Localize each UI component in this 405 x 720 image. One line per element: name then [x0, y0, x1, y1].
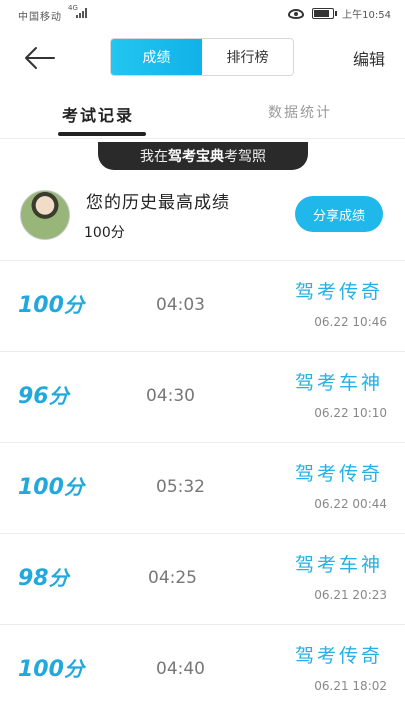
record-row[interactable]: 100分 05:32 驾考传奇 06.22 00:44	[0, 442, 405, 533]
exam-record-list: 100分 04:03 驾考传奇 06.22 10:46 96分 04:30 驾考…	[0, 260, 405, 715]
record-date: 06.22 00:44	[314, 497, 387, 511]
record-duration: 05:32	[156, 477, 205, 497]
eye-icon	[288, 8, 305, 19]
tab-statistics[interactable]: 数据统计	[268, 102, 332, 122]
battery-icon	[312, 8, 338, 19]
record-row[interactable]: 100分 04:40 驾考传奇 06.21 18:02	[0, 624, 405, 715]
record-rank-title: 驾考车神	[294, 554, 383, 576]
record-duration: 04:30	[146, 386, 195, 406]
best-score-title: 您的历史最高成绩	[86, 193, 230, 213]
share-score-button[interactable]: 分享成绩	[295, 196, 383, 232]
status-bar: 中国移动 4G 上午10:54	[0, 0, 405, 28]
banner-prefix: 我在	[140, 149, 168, 165]
divider	[0, 138, 405, 139]
banner-brand: 驾考宝典	[168, 149, 224, 165]
clock-label: 上午10:54	[342, 10, 391, 21]
record-score: 100分	[18, 293, 84, 318]
record-score: 96分	[18, 384, 69, 409]
segment-score[interactable]: 成绩	[111, 39, 202, 75]
carrier-label: 中国移动	[18, 12, 62, 23]
record-score: 98分	[18, 566, 69, 591]
record-rank-title: 驾考车神	[294, 372, 383, 394]
record-rank-title: 驾考传奇	[294, 463, 383, 485]
avatar[interactable]	[20, 190, 70, 240]
edit-button[interactable]: 编辑	[353, 46, 385, 70]
tab-bar: 考试记录 数据统计	[0, 88, 405, 138]
record-row[interactable]: 100分 04:03 驾考传奇 06.22 10:46	[0, 260, 405, 351]
record-duration: 04:03	[156, 295, 205, 315]
record-row[interactable]: 96分 04:30 驾考车神 06.22 10:10	[0, 351, 405, 442]
top-bar: 成绩 排行榜 编辑	[0, 30, 405, 86]
signal-icon	[76, 8, 87, 18]
best-score-value: 100分	[84, 225, 125, 241]
promo-banner: 我在 驾考宝典 考驾照	[98, 142, 308, 170]
record-rank-title: 驾考传奇	[294, 645, 383, 667]
segment-ranking[interactable]: 排行榜	[202, 39, 293, 75]
record-score: 100分	[18, 657, 84, 682]
record-score: 100分	[18, 475, 84, 500]
best-score-card: 您的历史最高成绩 100分 分享成绩	[0, 176, 405, 256]
banner-suffix: 考驾照	[224, 149, 266, 165]
record-rank-title: 驾考传奇	[294, 281, 383, 303]
record-date: 06.22 10:10	[314, 406, 387, 420]
record-date: 06.21 18:02	[314, 679, 387, 693]
record-date: 06.21 20:23	[314, 588, 387, 602]
record-row[interactable]: 98分 04:25 驾考车神 06.21 20:23	[0, 533, 405, 624]
record-duration: 04:40	[156, 659, 205, 679]
record-duration: 04:25	[148, 568, 197, 588]
record-date: 06.22 10:46	[314, 315, 387, 329]
back-arrow-icon[interactable]	[22, 44, 56, 72]
segment-control: 成绩 排行榜	[110, 38, 294, 76]
tab-underline	[58, 132, 146, 136]
tab-exam-records[interactable]: 考试记录	[62, 102, 134, 126]
